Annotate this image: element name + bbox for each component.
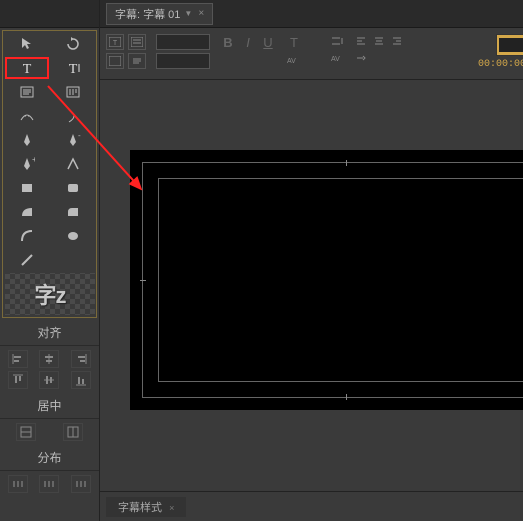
vertical-path-type-tool[interactable] [51,105,95,127]
tracking-icon: AV [330,51,344,65]
distribute-3[interactable] [71,475,91,493]
distribute-1[interactable] [8,475,28,493]
type-tool[interactable]: T [5,57,49,79]
bottom-tabs: 字幕样式 × [100,491,523,521]
svg-text:T: T [69,62,78,76]
type-size-icon: T [286,34,302,50]
timecode-value[interactable]: 00:00:00:00 [478,59,523,70]
tab-label: 字幕: 字幕 01 [115,6,180,22]
svg-text:+: + [32,156,35,164]
align-hcenter[interactable] [39,350,59,368]
vertical-type-tool[interactable]: T [51,57,95,79]
align-right-icon[interactable] [390,34,404,48]
align-center-icon[interactable] [372,34,386,48]
title-tab[interactable]: 字幕: 字幕 01 ▼ × [106,3,213,25]
ellipse-tool[interactable] [51,225,95,247]
italic-button[interactable]: I [240,34,256,50]
tab-close-icon[interactable]: × [169,503,174,513]
kerning-icon: AV [286,53,300,67]
align-left-icon[interactable] [354,34,368,48]
line-tool[interactable] [5,249,49,271]
tab-header: 字幕: 字幕 01 ▼ × ▾≡ [100,0,523,28]
timecode-box: 00:00:00:00 [478,34,523,70]
titlebar-spacer [0,0,99,28]
section-align-title: 对齐 [0,320,99,346]
center-horizontal[interactable] [63,423,83,441]
svg-text:AV: AV [287,58,296,65]
section-center-title: 居中 [0,393,99,419]
rectangle-tool[interactable] [5,177,49,199]
tick-top [346,160,347,166]
align-right[interactable] [71,350,91,368]
title-canvas[interactable] [130,150,523,410]
delete-anchor-tool[interactable]: - [51,129,95,151]
wedge-tool[interactable] [5,201,49,223]
prop-styles: B I U [220,34,276,50]
left-panel: T T - + [0,0,100,521]
center-grid [0,419,99,445]
selection-tool[interactable] [5,33,49,55]
styles-tab-label: 字幕样式 [118,502,162,514]
svg-text:AV: AV [331,56,340,63]
bold-button[interactable]: B [220,34,236,50]
tick-bottom [346,394,347,400]
prop-leading: AV [330,34,344,65]
tool-preview: 字z [5,273,95,315]
arc-tool[interactable] [5,225,49,247]
font-family-select[interactable] [156,34,210,50]
rotate-tool[interactable] [51,33,95,55]
property-bar: T B I U T [100,28,523,80]
underline-button[interactable]: U [260,34,276,50]
pen-tool[interactable] [5,129,49,151]
video-preview-icon[interactable] [496,34,523,56]
path-type-tool[interactable] [5,105,49,127]
vertical-area-type-tool[interactable] [51,81,95,103]
template-icon-4[interactable] [128,53,146,69]
kerning-value[interactable] [304,53,318,67]
tool-slot [51,249,95,271]
rounded-rectangle-tool[interactable] [51,177,95,199]
font-style-select[interactable] [156,53,210,69]
template-icon-1[interactable]: T [106,34,124,50]
distribute-grid [0,471,99,497]
canvas-area [100,80,523,491]
svg-text:T: T [23,62,32,76]
leading-icon [330,34,344,48]
title-safe-margin [158,178,523,382]
right-panel: 字幕: 字幕 01 ▼ × ▾≡ T [100,0,523,521]
tick-left [140,280,146,281]
section-distribute-title: 分布 [0,445,99,471]
prop-size: T AV [286,34,320,67]
tab-icon[interactable] [354,51,368,65]
align-grid [0,346,99,393]
size-value[interactable] [306,35,320,49]
align-bottom[interactable] [71,371,91,389]
add-anchor-tool[interactable]: + [5,153,49,175]
rounded-corner-tool[interactable] [51,201,95,223]
tool-grid: T T - + [2,30,97,318]
align-left[interactable] [8,350,28,368]
dropdown-icon: ▼ [184,9,192,18]
prop-paragraph [354,34,404,65]
template-icon-3[interactable] [106,53,124,69]
center-vertical[interactable] [16,423,36,441]
convert-anchor-tool[interactable] [51,153,95,175]
prop-font [156,34,210,69]
template-icon-2[interactable] [128,34,146,50]
area-type-tool[interactable] [5,81,49,103]
svg-text:T: T [113,40,118,47]
svg-text:-: - [78,132,81,140]
align-top[interactable] [8,371,28,389]
distribute-2[interactable] [39,475,59,493]
styles-tab[interactable]: 字幕样式 × [106,497,186,517]
tab-close-icon[interactable]: × [198,8,204,19]
align-vcenter[interactable] [39,371,59,389]
prop-templates: T [106,34,146,69]
